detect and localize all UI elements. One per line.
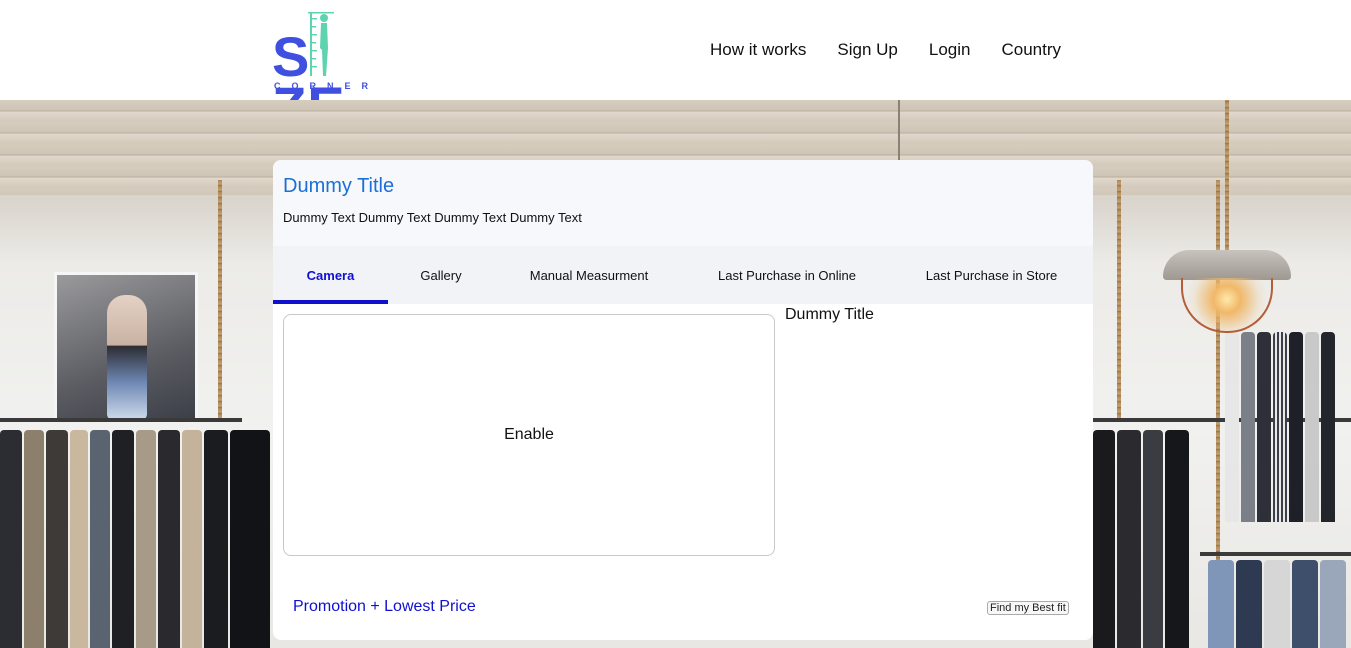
- camera-preview-box[interactable]: Enable: [283, 314, 775, 556]
- main-nav: How it works Sign Up Login Country: [679, 40, 1061, 60]
- hanging-clothes: [0, 430, 272, 648]
- tab-gallery[interactable]: Gallery: [388, 246, 494, 304]
- hanging-clothes: [1093, 430, 1203, 648]
- measurement-tabs: Camera Gallery Manual Measurment Last Pu…: [273, 246, 1093, 304]
- measurement-card: Dummy Title Dummy Text Dummy Text Dummy …: [273, 160, 1093, 640]
- card-header: Dummy Title Dummy Text Dummy Text Dummy …: [273, 160, 1093, 246]
- poster-model: [107, 295, 147, 420]
- tab-manual-measurement[interactable]: Manual Measurment: [494, 246, 684, 304]
- pendant-lamp: [1163, 100, 1291, 380]
- clothing-rack: [0, 418, 242, 422]
- nav-how-it-works[interactable]: How it works: [710, 40, 806, 60]
- ceiling-beam: [898, 100, 900, 160]
- logo-subtitle: CORNER: [274, 81, 380, 91]
- promotion-text: Promotion + Lowest Price: [293, 598, 476, 615]
- size-corner-logo[interactable]: SZE CORNER: [272, 10, 400, 135]
- hanging-shirts: [1208, 560, 1351, 648]
- fashion-poster: [54, 272, 198, 422]
- tab-last-purchase-store[interactable]: Last Purchase in Store: [890, 246, 1093, 304]
- side-panel-title: Dummy Title: [785, 306, 874, 323]
- enable-camera-label[interactable]: Enable: [504, 426, 554, 444]
- clothing-rack: [1200, 552, 1351, 556]
- site-header: SZE CORNER How it works Sign Up Login Co…: [0, 0, 1351, 135]
- tab-last-purchase-online[interactable]: Last Purchase in Online: [684, 246, 890, 304]
- find-best-fit-button[interactable]: Find my Best fit: [987, 601, 1069, 615]
- nav-login[interactable]: Login: [929, 40, 971, 60]
- hanging-rope: [1117, 180, 1121, 420]
- hanging-rope: [218, 180, 222, 420]
- tab-camera[interactable]: Camera: [273, 246, 388, 304]
- nav-sign-up[interactable]: Sign Up: [837, 40, 897, 60]
- nav-country[interactable]: Country: [1001, 40, 1061, 60]
- body-measure-icon: [308, 12, 334, 76]
- card-description: Dummy Text Dummy Text Dummy Text Dummy T…: [283, 210, 582, 225]
- card-title: Dummy Title: [283, 175, 395, 197]
